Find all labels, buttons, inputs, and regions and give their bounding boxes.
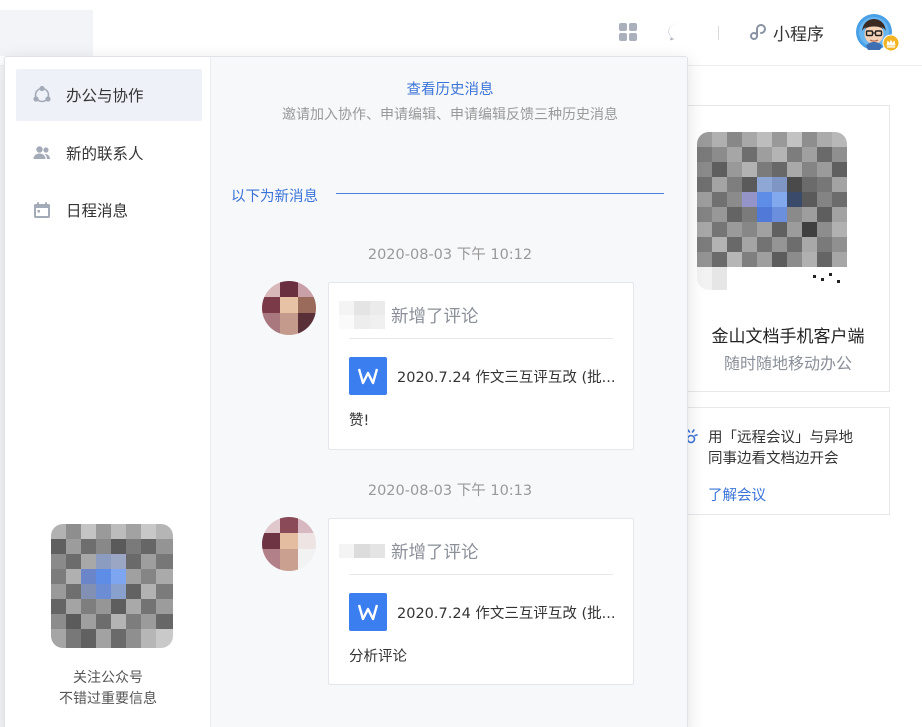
header-divider xyxy=(718,26,719,40)
chat-bubble-icon[interactable] xyxy=(667,22,687,42)
qr-caption-line-1: 关注公众号 xyxy=(73,670,143,686)
sender-avatar[interactable] xyxy=(262,517,316,571)
message-header: 新增了评论 xyxy=(339,299,479,331)
message-header: 新增了评论 xyxy=(339,535,479,567)
collaboration-icon xyxy=(33,85,51,103)
messages-popup: 办公与协作 新的联系人 日程消息 关注公众号 不错过重要信息 查看历史消息 邀请… xyxy=(4,56,688,727)
sidebar-item-schedule[interactable]: 日程消息 xyxy=(16,184,202,236)
apps-grid-icon[interactable] xyxy=(618,22,638,42)
wps-doc-icon xyxy=(349,593,387,631)
learn-meeting-link[interactable]: 了解会议 xyxy=(708,484,766,505)
meeting-line-2: 同事边看文档边开会 xyxy=(708,451,839,467)
new-messages-label: 以下为新消息 xyxy=(231,189,318,205)
message-divider xyxy=(349,338,613,339)
avatar[interactable] xyxy=(856,14,900,52)
contacts-icon xyxy=(33,146,50,159)
message-timestamp: 2020-08-03 下午 10:13 xyxy=(367,483,533,499)
comment-text: 分析评论 xyxy=(349,649,407,665)
app-qr-code xyxy=(697,132,847,290)
document-title: 2020.7.24 作文三互评互改 (批... xyxy=(397,369,616,386)
sidebar-item-label: 新的联系人 xyxy=(66,145,144,163)
message-divider xyxy=(349,574,613,575)
messages-sidebar: 办公与协作 新的联系人 日程消息 关注公众号 不错过重要信息 xyxy=(5,57,211,727)
new-messages-divider xyxy=(336,193,664,194)
header-left-block xyxy=(0,10,93,56)
sender-name-blurred xyxy=(339,299,385,331)
comment-text: 赞! xyxy=(349,413,370,429)
sender-avatar[interactable] xyxy=(262,281,316,335)
message-card[interactable]: 新增了评论 2020.7.24 作文三互评互改 (批... 赞! xyxy=(328,282,634,450)
message-card[interactable]: 新增了评论 2020.7.24 作文三互评互改 (批... 分析评论 xyxy=(328,518,634,685)
crown-badge-icon xyxy=(882,34,900,52)
sidebar-item-new-contacts[interactable]: 新的联系人 xyxy=(16,127,202,179)
calendar-icon xyxy=(34,202,50,218)
view-history-link[interactable]: 查看历史消息 xyxy=(211,78,687,99)
sidebar-item-label: 日程消息 xyxy=(66,202,129,220)
meeting-description: 用「远程会议」与异地 同事边看文档边开会 xyxy=(708,428,880,470)
document-title: 2020.7.24 作文三互评互改 (批... xyxy=(397,605,616,622)
message-action: 新增了评论 xyxy=(391,306,479,327)
message-action: 新增了评论 xyxy=(391,542,479,563)
miniprogram-label: 小程序 xyxy=(773,24,824,45)
meeting-line-1: 用「远程会议」与异地 xyxy=(708,430,853,446)
document-link[interactable]: 2020.7.24 作文三互评互改 (批... xyxy=(349,357,616,395)
qr-caption-line-2: 不错过重要信息 xyxy=(59,691,157,707)
history-description: 邀请加入协作、申请编辑、申请编辑反馈三种历史消息 xyxy=(282,107,618,123)
link-icon xyxy=(750,24,766,40)
sidebar-item-collaboration[interactable]: 办公与协作 xyxy=(16,69,202,121)
miniprogram-button[interactable]: 小程序 xyxy=(749,20,824,45)
app-title: 金山文档手机客户端 xyxy=(711,327,865,347)
document-link[interactable]: 2020.7.24 作文三互评互改 (批... xyxy=(349,593,616,631)
sidebar-item-label: 办公与协作 xyxy=(66,87,144,105)
app-subtitle: 随时随地移动办公 xyxy=(723,354,852,373)
sender-name-blurred xyxy=(339,535,385,567)
messages-list: 查看历史消息 邀请加入协作、申请编辑、申请编辑反馈三种历史消息 以下为新消息 2… xyxy=(211,57,687,727)
wechat-qr-code xyxy=(51,524,173,648)
wps-doc-icon xyxy=(349,357,387,395)
message-timestamp: 2020-08-03 下午 10:12 xyxy=(367,247,533,263)
